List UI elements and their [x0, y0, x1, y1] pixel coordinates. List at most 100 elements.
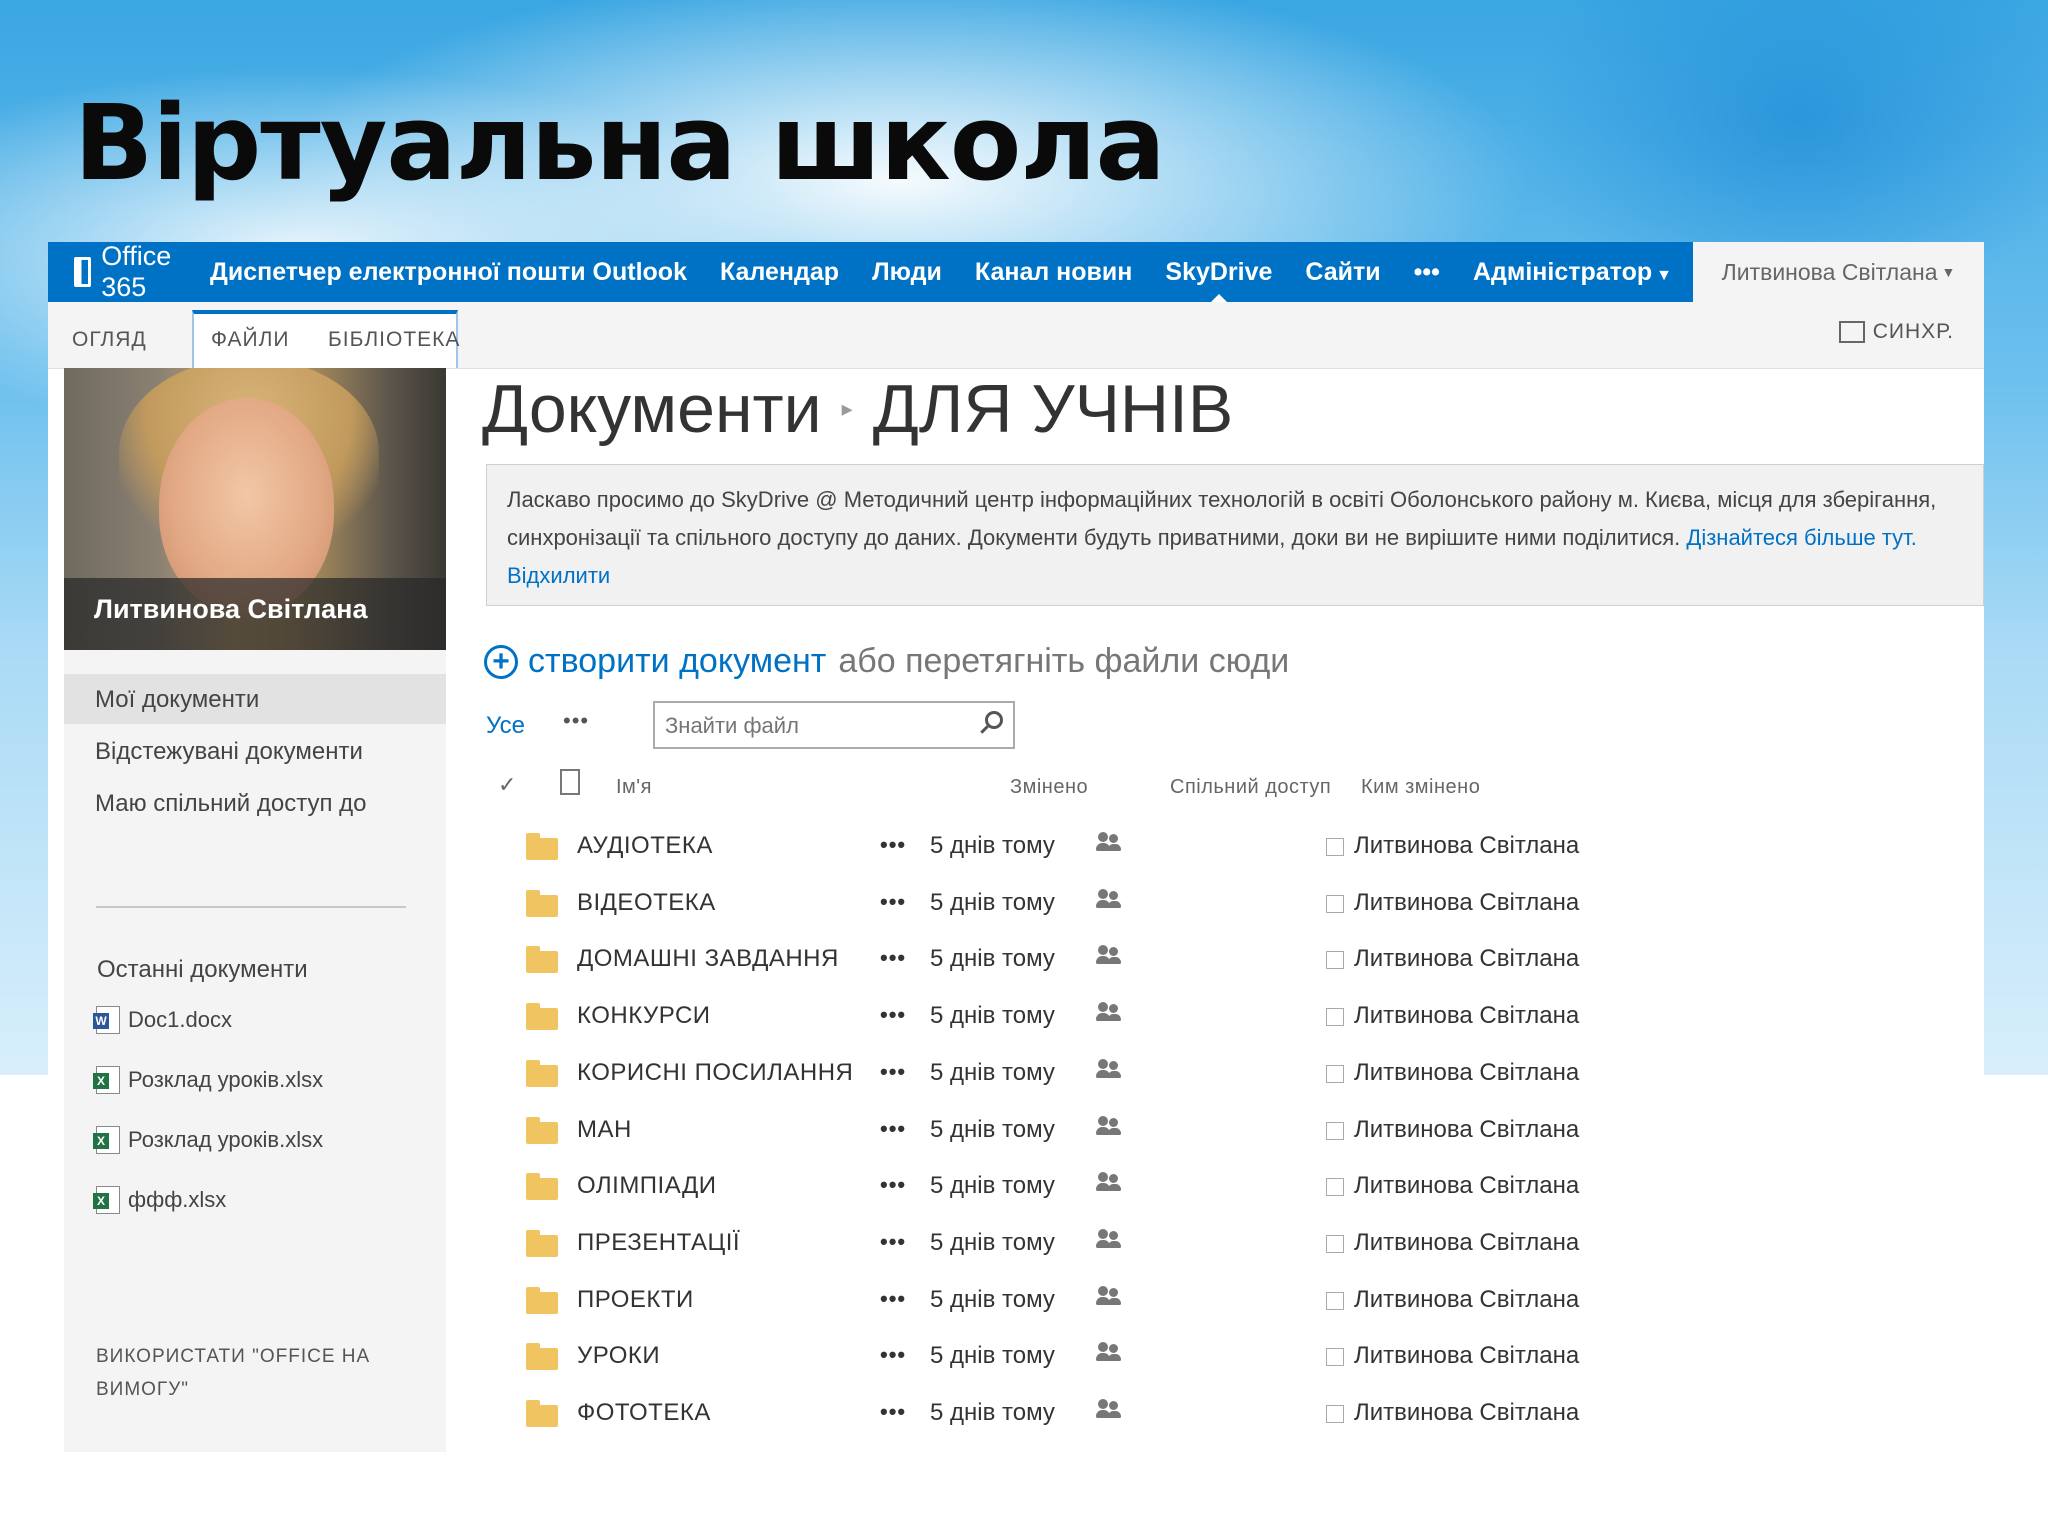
- item-menu-button[interactable]: •••: [880, 832, 906, 858]
- shared-people-icon[interactable]: [1096, 1115, 1122, 1140]
- profile-photo[interactable]: Литвинова Світлана: [64, 368, 446, 650]
- nav-skydrive[interactable]: SkyDrive: [1165, 258, 1272, 302]
- shared-people-icon[interactable]: [1096, 1285, 1122, 1310]
- nav-followed-documents[interactable]: Відстежувані документи: [64, 726, 446, 776]
- select-all-checkmark-icon[interactable]: ✓: [498, 772, 516, 798]
- modified-by[interactable]: Литвинова Світлана: [1354, 1229, 1579, 1257]
- shared-people-icon[interactable]: [1096, 1002, 1122, 1026]
- tab-files[interactable]: ФАЙЛИ: [211, 314, 289, 366]
- column-sharing[interactable]: Спільний доступ: [1170, 776, 1331, 799]
- modified-by[interactable]: Литвинова Світлана: [1354, 1286, 1579, 1314]
- presence-checkbox[interactable]: [1326, 894, 1344, 913]
- item-menu-button[interactable]: •••: [880, 1059, 906, 1085]
- tab-browse[interactable]: ОГЛЯД: [72, 314, 147, 366]
- dismiss-link[interactable]: Відхилити: [507, 563, 610, 588]
- shared-people-icon[interactable]: [1096, 888, 1122, 913]
- modified-by[interactable]: Литвинова Світлана: [1354, 1172, 1579, 1200]
- file-name[interactable]: ДОМАШНІ ЗАВДАННЯ: [577, 945, 839, 973]
- modified-by[interactable]: Литвинова Світлана: [1354, 945, 1579, 973]
- recent-doc[interactable]: X ффф.xlsx: [93, 1186, 226, 1214]
- create-document-link[interactable]: створити документ: [528, 642, 826, 681]
- presence-checkbox[interactable]: [1326, 1064, 1344, 1083]
- shared-people-icon[interactable]: [1096, 1399, 1122, 1423]
- modified-by[interactable]: Литвинова Світлана: [1354, 1059, 1579, 1087]
- shared-people-icon[interactable]: [1096, 1228, 1122, 1253]
- presence-checkbox[interactable]: [1326, 1291, 1344, 1310]
- file-name[interactable]: КОРИСНІ ПОСИЛАННЯ: [577, 1059, 853, 1087]
- item-menu-button[interactable]: •••: [880, 889, 906, 915]
- presence-checkbox[interactable]: [1326, 1405, 1344, 1423]
- presence-checkbox[interactable]: [1326, 1234, 1344, 1253]
- presence-checkbox[interactable]: [1326, 951, 1344, 970]
- item-menu-button[interactable]: •••: [880, 1002, 906, 1028]
- presence-checkbox[interactable]: [1326, 1121, 1344, 1140]
- nav-shared-with-me[interactable]: Маю спільний доступ до: [64, 778, 446, 828]
- file-name[interactable]: УРОКИ: [577, 1342, 660, 1370]
- search-input[interactable]: [663, 709, 957, 743]
- sync-button[interactable]: СИНХР.: [1838, 320, 1954, 344]
- recent-doc[interactable]: X Розклад уроків.xlsx: [93, 1066, 323, 1094]
- column-name[interactable]: Ім'я: [616, 776, 652, 799]
- modified-by[interactable]: Литвинова Світлана: [1354, 889, 1579, 917]
- presence-checkbox[interactable]: [1326, 1348, 1344, 1367]
- modified-by[interactable]: Литвинова Світлана: [1354, 1399, 1579, 1427]
- modified-by[interactable]: Литвинова Світлана: [1354, 1002, 1579, 1030]
- table-row[interactable]: ОЛІМПІАДИ ••• 5 днів тому Литвинова Світлан…: [488, 1160, 1888, 1217]
- tab-library[interactable]: БІБЛІОТЕКА: [328, 314, 460, 366]
- learn-more-link[interactable]: Дізнайтеся більше тут.: [1686, 525, 1917, 550]
- breadcrumb-root[interactable]: Документи: [482, 370, 822, 448]
- modified-by[interactable]: Литвинова Світлана: [1354, 1116, 1579, 1144]
- item-menu-button[interactable]: •••: [880, 1229, 906, 1255]
- nav-newsfeed[interactable]: Канал новин: [975, 258, 1133, 287]
- table-row[interactable]: УРОКИ ••• 5 днів тому Литвинова Світлана: [488, 1330, 1888, 1387]
- search-icon[interactable]: [985, 711, 1003, 729]
- table-row[interactable]: КОНКУРСИ ••• 5 днів тому Литвинова Світлана: [488, 990, 1888, 1047]
- file-name[interactable]: АУДІОТЕКА: [577, 832, 713, 860]
- item-menu-button[interactable]: •••: [880, 1399, 906, 1425]
- table-row[interactable]: АУДІОТЕКА ••• 5 днів тому Литвинова Світлан…: [488, 820, 1888, 877]
- view-more-button[interactable]: •••: [563, 708, 589, 734]
- file-name[interactable]: ВІДЕОТЕКА: [577, 889, 716, 917]
- office365-brand[interactable]: Office 365: [74, 241, 178, 303]
- shared-people-icon[interactable]: [1096, 832, 1122, 856]
- table-row[interactable]: ДОМАШНІ ЗАВДАННЯ ••• 5 днів тому Литвинова …: [488, 933, 1888, 990]
- nav-my-documents[interactable]: Мої документи: [64, 674, 446, 724]
- nav-people[interactable]: Люди: [872, 258, 942, 287]
- nav-more[interactable]: •••: [1414, 258, 1440, 287]
- nav-sites[interactable]: Сайти: [1305, 258, 1380, 287]
- item-menu-button[interactable]: •••: [880, 1116, 906, 1142]
- file-name[interactable]: КОНКУРСИ: [577, 1002, 711, 1030]
- shared-people-icon[interactable]: [1096, 1172, 1122, 1196]
- nav-calendar[interactable]: Календар: [720, 258, 839, 287]
- view-all-link[interactable]: Усе: [486, 712, 525, 740]
- nav-outlook[interactable]: Диспетчер електронної пошти Outlook: [210, 258, 687, 287]
- table-row[interactable]: ВІДЕОТЕКА ••• 5 днів тому Литвинова Світлан…: [488, 877, 1888, 934]
- table-row[interactable]: ПРОЕКТИ ••• 5 днів тому Литвинова Світлана: [488, 1274, 1888, 1331]
- user-menu[interactable]: Литвинова Світлана ▼: [1693, 242, 1984, 302]
- file-name[interactable]: ОЛІМПІАДИ: [577, 1172, 717, 1200]
- file-name[interactable]: ПРЕЗЕНТАЦІЇ: [577, 1229, 740, 1257]
- table-row[interactable]: ФОТОТЕКА ••• 5 днів тому Литвинова Світлана: [488, 1387, 1888, 1444]
- column-modified-by[interactable]: Ким змінено: [1361, 776, 1480, 799]
- file-name[interactable]: ПРОЕКТИ: [577, 1286, 694, 1314]
- file-name[interactable]: МАН: [577, 1116, 632, 1144]
- modified-by[interactable]: Литвинова Світлана: [1354, 832, 1579, 860]
- recent-doc[interactable]: X Розклад уроків.xlsx: [93, 1126, 323, 1154]
- nav-admin[interactable]: Адміністратор ▼: [1473, 258, 1672, 287]
- presence-checkbox[interactable]: [1326, 838, 1344, 856]
- file-name[interactable]: ФОТОТЕКА: [577, 1399, 711, 1427]
- item-menu-button[interactable]: •••: [880, 1172, 906, 1198]
- shared-people-icon[interactable]: [1096, 1058, 1122, 1083]
- item-menu-button[interactable]: •••: [880, 1342, 906, 1368]
- recent-doc[interactable]: W Doc1.docx: [93, 1006, 232, 1034]
- shared-people-icon[interactable]: [1096, 945, 1122, 969]
- item-menu-button[interactable]: •••: [880, 1286, 906, 1312]
- add-circle-icon[interactable]: +: [484, 644, 518, 679]
- shared-people-icon[interactable]: [1096, 1342, 1122, 1366]
- table-row[interactable]: ПРЕЗЕНТАЦІЇ ••• 5 днів тому Литвинова Світл…: [488, 1217, 1888, 1274]
- item-menu-button[interactable]: •••: [880, 945, 906, 971]
- column-modified[interactable]: Змінено: [1010, 776, 1088, 799]
- table-row[interactable]: МАН ••• 5 днів тому Литвинова Світлана: [488, 1104, 1888, 1161]
- office-on-demand-link[interactable]: ВИКОРИСТАТИ "OFFICE НА ВИМОГУ": [96, 1340, 416, 1406]
- presence-checkbox[interactable]: [1326, 1178, 1344, 1197]
